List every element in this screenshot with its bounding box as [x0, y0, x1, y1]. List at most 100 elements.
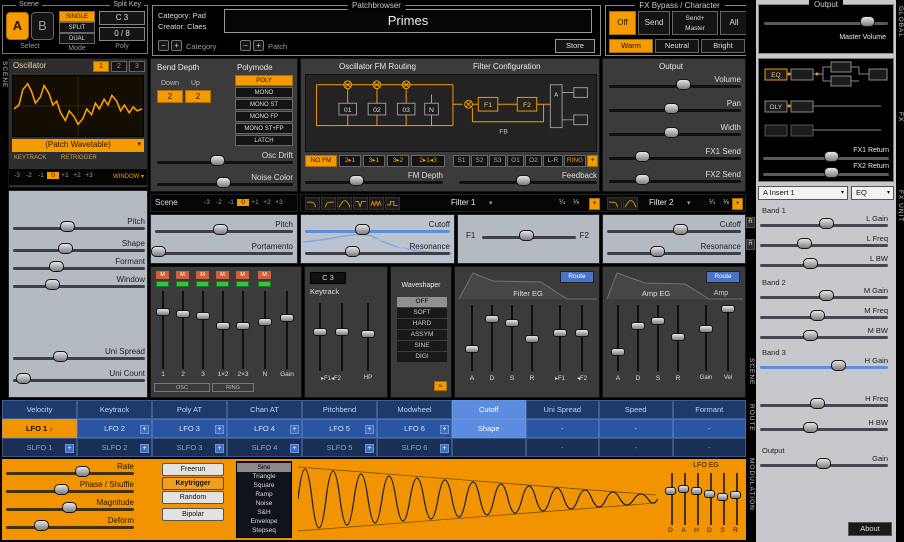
modsource-lfo4[interactable]: LFO 4+ [227, 419, 302, 438]
slider-handle[interactable] [553, 329, 567, 337]
waveshaper-assym[interactable]: ASSYM [397, 330, 447, 340]
amp-eg-route-button[interactable]: Route [706, 271, 740, 283]
slider-track[interactable] [305, 181, 443, 184]
pan-slider[interactable]: Pan [609, 101, 741, 115]
slider-handle[interactable] [516, 175, 531, 186]
drive-mini-icon[interactable]: ≈ [434, 381, 447, 391]
slider-handle[interactable] [816, 458, 831, 469]
scene-octave-m2[interactable]: -2 [213, 199, 225, 206]
feg-sustain-slider[interactable] [505, 305, 519, 371]
mute-button-1[interactable]: M [156, 271, 169, 279]
display-mode-dropdown[interactable]: WINDOW ▾ [113, 173, 144, 180]
scene-b-button[interactable]: B [31, 12, 54, 40]
modsource-lfo5[interactable]: LFO 5+ [302, 419, 377, 438]
keytrack-f2-slider[interactable] [335, 303, 349, 371]
filter2-type-bandpass-icon[interactable] [623, 197, 638, 210]
lfo-shape-sh[interactable]: S&H [237, 508, 291, 517]
slider-track[interactable] [6, 526, 134, 529]
slider-handle[interactable] [860, 16, 875, 27]
lfo-eg-decay-slider[interactable] [704, 473, 715, 525]
octave-plus1[interactable]: +1 [59, 172, 71, 179]
slider-track[interactable] [182, 291, 184, 369]
solo-led-ring1[interactable] [216, 281, 229, 287]
slider-handle[interactable] [635, 174, 650, 185]
waveshaper-soft[interactable]: SOFT [397, 308, 447, 318]
polymode-mono[interactable]: MONO [235, 87, 293, 98]
aeg-decay-slider[interactable] [631, 305, 645, 371]
mode-split-button[interactable]: SPLIT [59, 22, 95, 33]
slider-track[interactable] [155, 252, 293, 255]
fconfig-o2[interactable]: O2 [525, 155, 542, 167]
feg-decay-slider[interactable] [485, 305, 499, 371]
mode-dual-button[interactable]: DUAL [59, 33, 95, 44]
eq-mgain-slider[interactable]: M Gain [760, 288, 888, 302]
patch-next-button[interactable]: + [253, 40, 264, 51]
filter2-slope-eighth[interactable]: ⅛ [723, 199, 729, 206]
slider-track[interactable] [617, 305, 619, 371]
filter2-type-lowpass-icon[interactable] [607, 197, 622, 210]
slider-track[interactable] [609, 157, 741, 160]
slider-handle[interactable] [485, 315, 499, 323]
solo-led-3[interactable] [196, 281, 209, 287]
slider-handle[interactable] [313, 328, 327, 336]
modcell-empty[interactable]: - [673, 438, 747, 457]
slider-track[interactable] [305, 230, 450, 233]
slider-handle[interactable] [671, 333, 685, 341]
slider-track[interactable] [710, 473, 712, 525]
expand-plus-icon[interactable]: + [140, 444, 149, 453]
mute-button-ring2[interactable]: M [236, 271, 249, 279]
slider-handle[interactable] [349, 175, 364, 186]
slider-handle[interactable] [505, 319, 519, 327]
fm-route-2to1from3[interactable]: 2▸1◂3 [411, 155, 445, 167]
slider-handle[interactable] [216, 177, 231, 188]
fx1-return-slider[interactable]: FX1 Return [763, 149, 889, 163]
slider-handle[interactable] [525, 335, 539, 343]
slider-handle[interactable] [717, 493, 728, 501]
character-warm-button[interactable]: Warm [609, 39, 653, 53]
slider-track[interactable] [637, 305, 639, 371]
polymode-latch[interactable]: LATCH [235, 135, 293, 146]
filter1-slope-quarter[interactable]: ¼ [559, 199, 565, 206]
scene-a-button[interactable]: A [6, 12, 29, 40]
expand-plus-icon[interactable]: + [290, 425, 299, 434]
polymode-mono-st[interactable]: MONO ST [235, 99, 293, 110]
keytrack-root-note[interactable]: C 3 [310, 272, 346, 284]
lfo-shape-ramp[interactable]: Ramp [237, 490, 291, 499]
slider-handle[interactable] [60, 221, 75, 232]
slider-handle[interactable] [58, 243, 73, 254]
poly-value[interactable]: 0 / 8 [99, 27, 145, 41]
scene-octave-p2[interactable]: +2 [261, 199, 273, 206]
slider-track[interactable] [341, 303, 343, 371]
waveshaper-hard[interactable]: HARD [397, 319, 447, 329]
slider-handle[interactable] [156, 308, 170, 316]
fx-all-button[interactable]: All [720, 11, 748, 35]
slider-track[interactable] [242, 291, 244, 369]
scene-octave-0[interactable]: 0 [237, 199, 249, 206]
filter2-label[interactable]: Filter 2 [649, 198, 673, 207]
modcell-empty[interactable]: - [526, 438, 600, 457]
filter2-cutoff-slider[interactable]: Cutoff [607, 222, 741, 236]
split-key-value[interactable]: C 3 [99, 11, 145, 25]
filter-type-notch-icon[interactable] [353, 197, 368, 210]
expand-plus-icon[interactable]: + [440, 444, 449, 453]
fx-tab-vertical[interactable]: FX [897, 112, 904, 122]
fx-send-master-button[interactable]: Send+Master [672, 11, 718, 35]
lfo-eg-release-slider[interactable] [730, 473, 741, 525]
modsource-lfo2[interactable]: LFO 2+ [77, 419, 152, 438]
expand-plus-icon[interactable]: + [290, 444, 299, 453]
slider-track[interactable] [471, 305, 473, 371]
slider-track[interactable] [760, 336, 888, 339]
keytrack-f1-slider[interactable] [313, 303, 327, 371]
scene-octave-p3[interactable]: +3 [273, 199, 285, 206]
osc-tab-1[interactable]: 1 [93, 61, 109, 72]
slider-handle[interactable] [803, 258, 818, 269]
noise-color-slider[interactable]: Noise Color [157, 175, 293, 189]
modsource-lfo1[interactable]: LFO 1 ↓ [2, 419, 77, 438]
fx-routing-svg[interactable]: EQ DLY [761, 61, 891, 147]
mute-button-3[interactable]: M [196, 271, 209, 279]
bend-down-value[interactable]: 2 [157, 90, 183, 103]
slider-handle[interactable] [699, 325, 713, 333]
solo-led-ring2[interactable] [236, 281, 249, 287]
volume-slider[interactable]: Volume [609, 77, 741, 91]
osc-waveform-display[interactable] [12, 75, 144, 137]
